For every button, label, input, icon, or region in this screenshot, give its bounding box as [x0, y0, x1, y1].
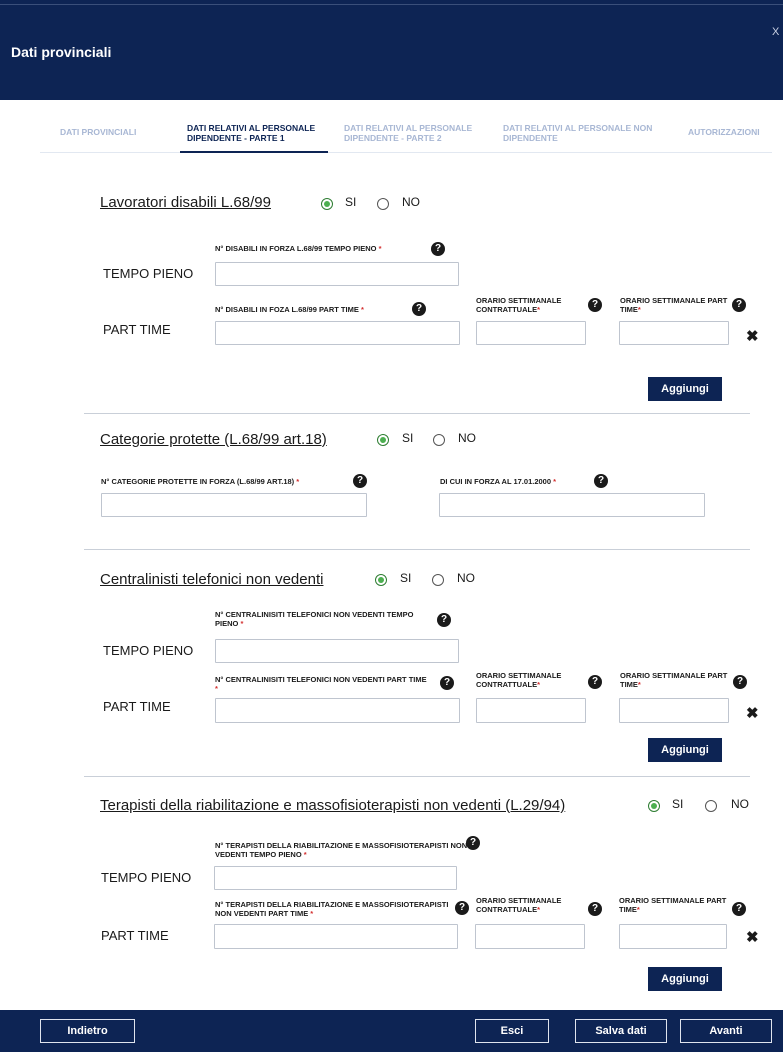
field-label-disabili-tempo-pieno: N° DISABILI IN FORZA L.68/99 TEMPO PIENO… [215, 244, 382, 253]
add-disabili-button[interactable]: Aggiungi [648, 377, 722, 401]
radio-categorie-no[interactable] [433, 434, 445, 446]
field-label-disabili-part-time: N° DISABILI IN FOZA L.68/99 PART TIME * [215, 305, 364, 314]
close-icon[interactable]: X [772, 26, 779, 38]
radio-label-no: NO [402, 195, 420, 209]
help-icon[interactable]: ? [431, 242, 445, 256]
field-label-categorie-in-forza: N° CATEGORIE PROTETTE IN FORZA (L.68/99 … [101, 477, 300, 486]
remove-row-icon[interactable]: ✖ [746, 928, 759, 946]
remove-row-icon[interactable]: ✖ [746, 327, 759, 345]
section-title-terapisti: Terapisti della riabilitazione e massofi… [100, 797, 566, 814]
exit-button[interactable]: Esci [475, 1019, 549, 1043]
categorie-in-forza-2000-input[interactable] [439, 493, 705, 517]
terapisti-tempo-pieno-input[interactable] [214, 866, 457, 890]
centralinisti-part-time-input[interactable] [215, 698, 460, 723]
disabili-part-time-input[interactable] [215, 321, 460, 345]
radio-label-si: SI [400, 571, 412, 585]
centralinisti-tempo-pieno-input[interactable] [215, 639, 459, 663]
section-divider [84, 549, 750, 550]
field-label-in-forza-2000: DI CUI IN FORZA AL 17.01.2000 * [440, 477, 557, 486]
tabs-divider [40, 152, 772, 153]
field-label-orario-contrattuale: ORARIO SETTIMANALE CONTRATTUALE* [476, 296, 562, 314]
help-icon[interactable]: ? [440, 676, 454, 690]
header-top-line [0, 4, 783, 5]
help-icon[interactable]: ? [588, 298, 602, 312]
row-label-tempo-pieno: TEMPO PIENO [103, 266, 194, 281]
terapisti-orario-part-time-input[interactable] [619, 924, 727, 949]
row-label-tempo-pieno: TEMPO PIENO [103, 643, 194, 658]
radio-terapisti-si[interactable] [648, 800, 660, 812]
field-label-orario-part-time: ORARIO SETTIMANALE PART TIME* [620, 296, 728, 314]
tab-personale-dipendente-parte-2[interactable]: DATI RELATIVI AL PERSONALE DIPENDENTE - … [344, 123, 494, 143]
terapisti-part-time-input[interactable] [214, 924, 458, 949]
centralinisti-orario-part-time-input[interactable] [619, 698, 729, 723]
row-label-part-time: PART TIME [103, 699, 171, 714]
row-label-part-time: PART TIME [103, 322, 171, 337]
help-icon[interactable]: ? [412, 302, 426, 316]
categorie-in-forza-input[interactable] [101, 493, 367, 517]
back-button[interactable]: Indietro [40, 1019, 135, 1043]
radio-label-si: SI [345, 195, 357, 209]
save-button[interactable]: Salva dati [575, 1019, 667, 1043]
modal-title: Dati provinciali [11, 44, 112, 60]
help-icon[interactable]: ? [466, 836, 480, 850]
row-label-tempo-pieno: TEMPO PIENO [101, 870, 192, 885]
help-icon[interactable]: ? [588, 902, 602, 916]
section-title-disabili: Lavoratori disabili L.68/99 [100, 194, 271, 211]
add-centralinisti-button[interactable]: Aggiungi [648, 738, 722, 762]
radio-centralinisti-no[interactable] [432, 574, 444, 586]
radio-disabili-si[interactable] [321, 198, 333, 210]
radio-disabili-no[interactable] [377, 198, 389, 210]
radio-categorie-si[interactable] [377, 434, 389, 446]
radio-label-no: NO [457, 571, 475, 585]
field-label-centralinisti-part-time: N° CENTRALINISITI TELEFONICI NON VEDENTI… [215, 675, 427, 693]
radio-label-si: SI [402, 431, 414, 445]
modal-header [0, 0, 783, 100]
tab-dati-provinciali[interactable]: DATI PROVINCIALI [60, 127, 170, 137]
centralinisti-orario-contrattuale-input[interactable] [476, 698, 586, 723]
section-divider [84, 776, 750, 777]
radio-label-si: SI [672, 797, 684, 811]
radio-centralinisti-si[interactable] [375, 574, 387, 586]
radio-label-no: NO [731, 797, 749, 811]
terapisti-orario-contrattuale-input[interactable] [475, 924, 585, 949]
help-icon[interactable]: ? [732, 298, 746, 312]
field-label-orario-contrattuale: ORARIO SETTIMANALE CONTRATTUALE* [476, 896, 562, 914]
disabili-orario-part-time-input[interactable] [619, 321, 729, 345]
field-label-terapisti-part-time: N° TERAPISTI DELLA RIABILITAZIONE E MASS… [215, 900, 449, 918]
disabili-orario-contrattuale-input[interactable] [476, 321, 586, 345]
row-label-part-time: PART TIME [101, 928, 169, 943]
help-icon[interactable]: ? [353, 474, 367, 488]
help-icon[interactable]: ? [588, 675, 602, 689]
active-tab-indicator [180, 151, 328, 153]
help-icon[interactable]: ? [733, 675, 747, 689]
section-divider [84, 413, 750, 414]
radio-label-no: NO [458, 431, 476, 445]
section-title-centralinisti: Centralinisti telefonici non vedenti [100, 571, 324, 588]
next-button[interactable]: Avanti [680, 1019, 772, 1043]
tab-personale-dipendente-parte-1[interactable]: DATI RELATIVI AL PERSONALE DIPENDENTE - … [187, 123, 332, 143]
help-icon[interactable]: ? [437, 613, 451, 627]
disabili-tempo-pieno-input[interactable] [215, 262, 459, 286]
help-icon[interactable]: ? [732, 902, 746, 916]
section-title-categorie-protette: Categorie protette (L.68/99 art.18) [100, 431, 327, 448]
tab-autorizzazioni[interactable]: AUTORIZZAZIONI [688, 127, 778, 137]
remove-row-icon[interactable]: ✖ [746, 704, 759, 722]
field-label-orario-contrattuale: ORARIO SETTIMANALE CONTRATTUALE* [476, 671, 562, 689]
field-label-centralinisti-tempo-pieno: N° CENTRALINISITI TELEFONICI NON VEDENTI… [215, 610, 414, 628]
field-label-terapisti-tempo-pieno: N° TERAPISTI DELLA RIABILITAZIONE E MASS… [215, 841, 468, 859]
field-label-orario-part-time: ORARIO SETTIMANALE PART TIME* [620, 671, 728, 689]
tab-personale-non-dipendente[interactable]: DATI RELATIVI AL PERSONALE NON DIPENDENT… [503, 123, 653, 143]
help-icon[interactable]: ? [594, 474, 608, 488]
radio-terapisti-no[interactable] [705, 800, 717, 812]
add-terapisti-button[interactable]: Aggiungi [648, 967, 722, 991]
field-label-orario-part-time: ORARIO SETTIMANALE PART TIME* [619, 896, 727, 914]
help-icon[interactable]: ? [455, 901, 469, 915]
